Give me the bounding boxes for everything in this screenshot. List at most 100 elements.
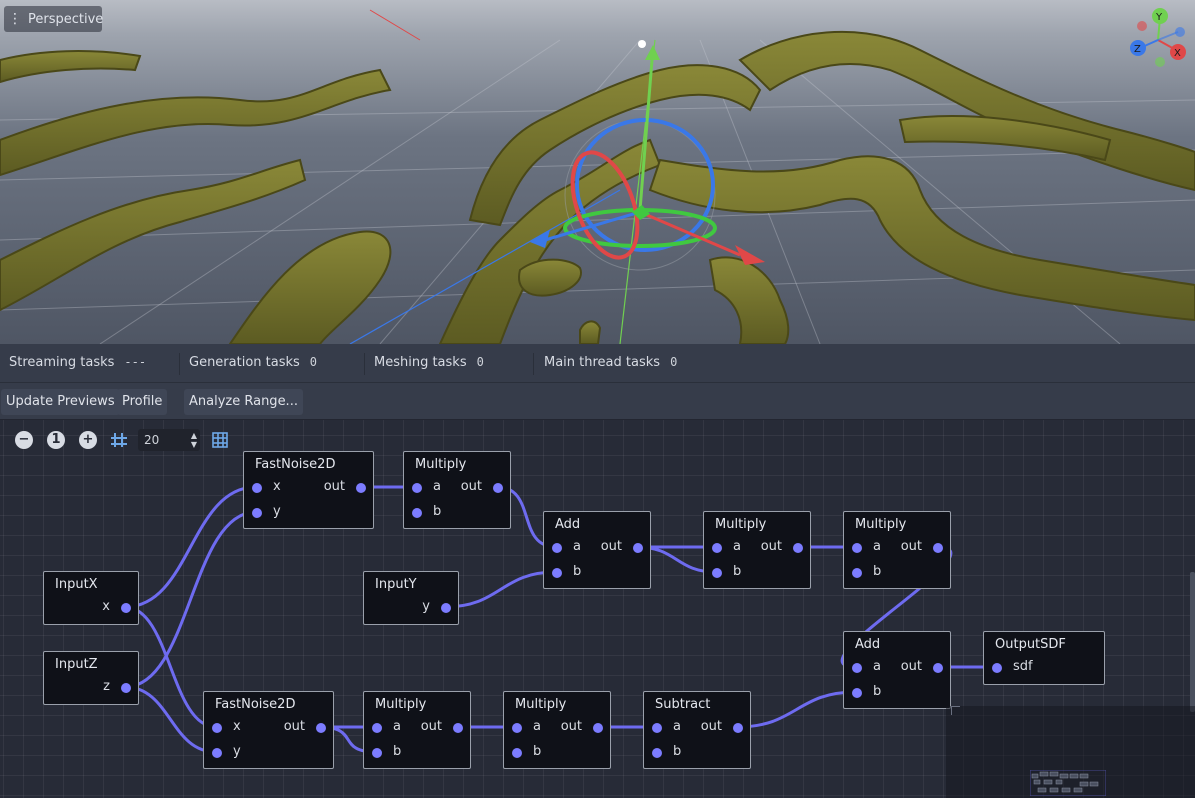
update-previews-button[interactable]: Update Previews <box>1 389 120 415</box>
input-port-b[interactable] <box>712 568 722 578</box>
stat-label: Main thread tasks <box>544 355 661 370</box>
input-port-y[interactable] <box>252 508 262 518</box>
node-title: Subtract <box>655 697 711 712</box>
graph-node-outputsdf[interactable]: OutputSDF sdf <box>983 631 1105 685</box>
minus-circle-icon[interactable]: − <box>15 431 33 449</box>
input-port-a[interactable] <box>552 543 562 553</box>
graph-node-inputy[interactable]: InputY y <box>363 571 459 625</box>
graph-node-multiply3[interactable]: Multiply a b out <box>843 511 951 589</box>
graph-node-add2[interactable]: Add a b out <box>843 631 951 709</box>
stat-main-thread: Main thread tasks 0 <box>544 355 677 370</box>
stat-label: Meshing tasks <box>374 355 467 370</box>
input-port-x[interactable] <box>212 723 222 733</box>
node-title: Multiply <box>855 517 907 532</box>
graph-editor[interactable]: − 1 + 20 ▲ ▼ FastNoise2D x y out Multiply a b ou… <box>0 420 1195 798</box>
stat-value: 0 <box>476 355 484 369</box>
minimap-icon[interactable] <box>211 431 229 449</box>
node-title: FastNoise2D <box>215 697 296 712</box>
vertical-dots-icon: ⋮ <box>8 11 22 27</box>
orientation-gizmo[interactable]: Y X Z <box>1130 8 1186 67</box>
input-port-sdf[interactable] <box>992 663 1002 673</box>
graph-node-subtract1[interactable]: Subtract a b out <box>643 691 751 769</box>
stat-divider <box>179 353 180 375</box>
input-port-a[interactable] <box>652 723 662 733</box>
graph-minimap[interactable] <box>946 706 1195 798</box>
port-label: b <box>873 564 882 579</box>
gizmo-x-label: X <box>1174 48 1181 59</box>
3d-viewport[interactable]: Y X Z ⋮ Perspective <box>0 0 1195 344</box>
input-port-b[interactable] <box>512 748 522 758</box>
vertical-scrollbar[interactable] <box>1190 572 1195 712</box>
graph-node-multiply1[interactable]: Multiply a b out <box>403 451 511 529</box>
graph-node-add1[interactable]: Add a b out <box>543 511 651 589</box>
connection-wire <box>124 485 257 609</box>
graph-node-multiply5[interactable]: Multiply a b out <box>503 691 611 769</box>
port-label: x <box>102 599 110 614</box>
stat-meshing: Meshing tasks 0 <box>374 355 484 370</box>
spin-arrows-icon[interactable]: ▲ ▼ <box>191 431 197 449</box>
terrain-scene: Y X Z <box>0 8 1195 344</box>
output-port-out[interactable] <box>316 723 326 733</box>
graph-node-fastnoise1[interactable]: FastNoise2D x y out <box>243 451 374 529</box>
input-port-a[interactable] <box>852 663 862 673</box>
port-label: a <box>533 719 541 734</box>
port-label: a <box>673 719 681 734</box>
input-port-a[interactable] <box>712 543 722 553</box>
gizmo-y-label: Y <box>1155 12 1163 23</box>
input-port-b[interactable] <box>372 748 382 758</box>
output-port-y[interactable] <box>441 603 451 613</box>
snap-distance-value: 20 <box>144 433 160 447</box>
output-port-out[interactable] <box>933 663 943 673</box>
node-title: Multiply <box>375 697 427 712</box>
port-label: y <box>233 744 241 759</box>
connection-wire <box>124 510 257 689</box>
output-port-z[interactable] <box>121 683 131 693</box>
node-title: Multiply <box>715 517 767 532</box>
graph-node-fastnoise2[interactable]: FastNoise2D x y out <box>203 691 334 769</box>
port-label: x <box>233 719 241 734</box>
terrain-mesh <box>0 30 1195 344</box>
port-label: out <box>600 539 622 554</box>
output-port-out[interactable] <box>453 723 463 733</box>
analyze-range-button[interactable]: Analyze Range... <box>184 389 303 415</box>
minimap-resize-handle[interactable] <box>951 706 960 715</box>
input-port-x[interactable] <box>252 483 262 493</box>
port-label: z <box>103 679 110 694</box>
stat-label: Streaming tasks <box>9 355 115 370</box>
input-port-b[interactable] <box>852 568 862 578</box>
input-port-b[interactable] <box>652 748 662 758</box>
graph-node-inputz[interactable]: InputZ z <box>43 651 139 705</box>
node-title: InputY <box>375 577 417 592</box>
output-port-out[interactable] <box>793 543 803 553</box>
profile-button[interactable]: Profile <box>117 389 168 415</box>
input-port-b[interactable] <box>852 688 862 698</box>
stat-divider <box>533 353 534 375</box>
input-port-a[interactable] <box>852 543 862 553</box>
plus-circle-icon[interactable]: + <box>79 431 97 449</box>
input-port-b[interactable] <box>412 508 422 518</box>
output-port-x[interactable] <box>121 603 131 613</box>
output-port-out[interactable] <box>493 483 503 493</box>
output-port-out[interactable] <box>633 543 643 553</box>
output-port-out[interactable] <box>733 723 743 733</box>
graph-toolbar: Update Previews Profile Analyze Range... <box>0 383 1195 419</box>
graph-node-multiply2[interactable]: Multiply a b out <box>703 511 811 589</box>
input-port-a[interactable] <box>372 723 382 733</box>
snap-grid-icon[interactable] <box>110 431 128 449</box>
output-port-out[interactable] <box>593 723 603 733</box>
port-label: y <box>273 504 281 519</box>
perspective-menu-button[interactable]: ⋮ Perspective <box>4 6 103 32</box>
port-label: b <box>393 744 402 759</box>
node-title: OutputSDF <box>995 637 1066 652</box>
output-port-out[interactable] <box>356 483 366 493</box>
input-port-y[interactable] <box>212 748 222 758</box>
graph-node-inputx[interactable]: InputX x <box>43 571 139 625</box>
input-port-a[interactable] <box>412 483 422 493</box>
zoom-reset-button[interactable]: 1 <box>47 431 65 449</box>
snap-distance-field[interactable]: 20 ▲ ▼ <box>138 429 200 451</box>
output-port-out[interactable] <box>933 543 943 553</box>
input-port-a[interactable] <box>512 723 522 733</box>
graph-node-multiply4[interactable]: Multiply a b out <box>363 691 471 769</box>
input-port-b[interactable] <box>552 568 562 578</box>
node-title: Add <box>555 517 581 532</box>
